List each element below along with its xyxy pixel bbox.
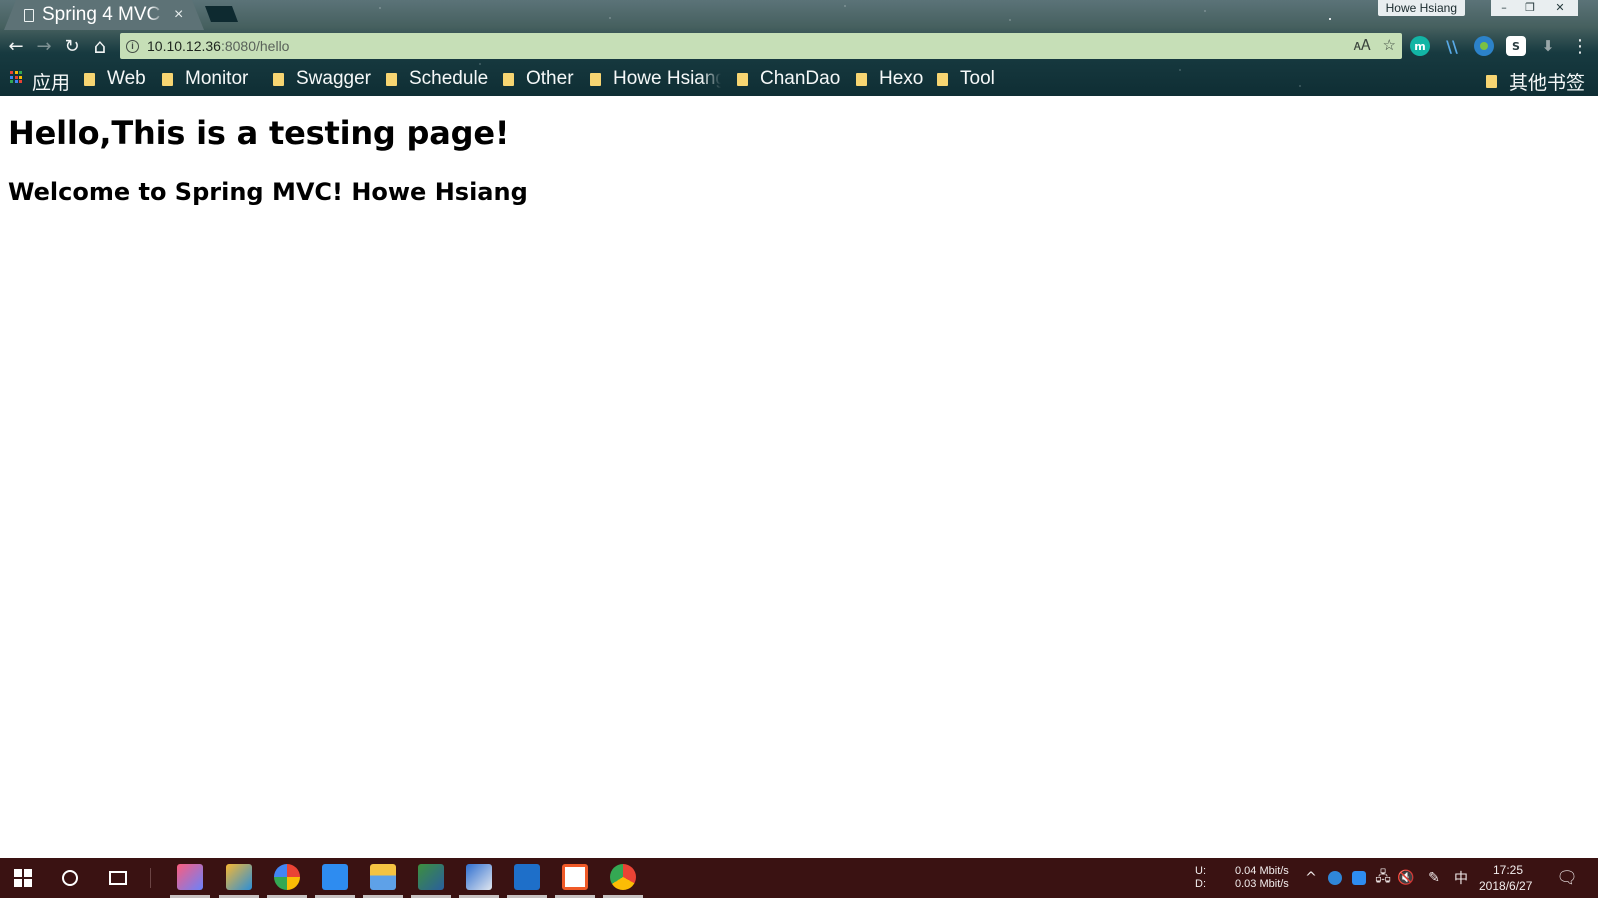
git-app-icon[interactable] [562,864,588,890]
close-window-icon[interactable]: ✕ [1542,0,1578,16]
reload-icon[interactable]: ↻ [60,34,84,58]
folder-icon [937,72,948,86]
toolbar: ← → ↻ ⌂ i 10.10.12.36:8080/hello 🗚 ☆ m \… [0,30,1598,62]
bookmark-folder-other[interactable]: Other [503,68,574,90]
window-app-icon[interactable] [514,864,540,890]
new-tab-button[interactable] [205,6,238,22]
package-app-icon[interactable] [418,864,444,890]
bookmark-folder-schedule[interactable]: Schedule [386,68,488,90]
site-info-icon[interactable]: i [126,39,139,53]
bookmark-folder-hexo[interactable]: Hexo [856,68,923,90]
network-down-label: D: [1195,878,1206,890]
bookmark-label: Other [526,68,574,89]
bookmark-apps-label: 应用 [32,73,71,94]
file-explorer-icon[interactable] [370,864,396,890]
address-bar[interactable]: i 10.10.12.36:8080/hello 🗚 ☆ [120,33,1402,59]
clock-time[interactable]: 17:25 [1493,864,1523,877]
tab-title: Spring 4 MVC [42,4,161,25]
network-up-label: U: [1195,865,1206,877]
intellij-idea-icon[interactable] [177,864,203,890]
bookmark-folder-tool[interactable]: Tool [937,68,995,90]
start-button[interactable] [1,858,45,898]
windows-logo-icon [14,869,32,887]
volume-muted-icon[interactable]: 🔇 [1397,869,1415,887]
bookmark-label: Monitor [185,68,249,89]
chevron-up-icon[interactable]: ^ [1302,869,1320,887]
bookmark-label: Howe Hsiang [613,68,721,89]
task-view-button[interactable] [96,858,140,898]
page-heading: Hello,This is a testing page! [8,114,510,152]
bookmark-folder-howe-hsiang[interactable]: Howe Hsiang [590,68,721,90]
apps-grid-icon[interactable] [10,71,22,83]
restore-icon[interactable]: ❐ [1517,0,1543,16]
back-icon[interactable]: ← [4,34,28,58]
download-extension-icon[interactable]: ⬇ [1538,36,1558,56]
bookmark-star-icon[interactable]: ☆ [1383,36,1396,54]
document-icon [24,8,34,22]
bookmark-label: Schedule [409,68,489,89]
search-circle-icon [62,870,78,886]
m-extension-icon[interactable]: m [1410,36,1430,56]
folder-icon [590,72,601,86]
bookmark-label: Tool [960,68,995,89]
globe-extension-icon[interactable] [1474,36,1494,56]
bookmark-label: ChanDao [760,68,841,89]
profile-button[interactable]: Howe Hsiang [1377,0,1465,16]
bookmark-folder-web[interactable]: Web [84,68,146,90]
clock-date[interactable]: 2018/6/27 [1479,880,1532,893]
network-down-speed: 0.03 Mbit/s [1235,878,1289,890]
bookmark-other-bookmarks[interactable]: 其他书签 [1486,68,1585,95]
page-subheading: Welcome to Spring MVC! Howe Hsiang [8,178,528,206]
bookmark-label: Web [107,68,146,89]
tab-strip: Spring 4 MVC × Howe Hsiang – ❐ ✕ [0,0,1598,30]
folder-icon [386,72,397,86]
bookmark-label: 其他书签 [1509,73,1586,94]
folder-icon [273,72,284,86]
bookmark-folder-chandao[interactable]: ChanDao [737,68,840,90]
forward-icon[interactable]: → [32,34,56,58]
security-tray-icon[interactable] [1326,869,1344,887]
bookmark-apps[interactable]: 应用 [32,68,70,95]
bookmark-folder-monitor[interactable]: Monitor [162,68,248,90]
action-center-icon[interactable]: 🗨 [1556,868,1578,888]
folder-icon [162,72,173,86]
taskbar-divider [150,868,151,888]
bookmarks-bar: 应用 Web Monitor Swagger Schedule Other Ho… [0,62,1598,96]
folder-icon [503,72,514,86]
tab-close-icon[interactable]: × [174,6,183,24]
folder-icon [737,72,748,86]
app-launcher-icon[interactable] [226,864,252,890]
folder-icon [1486,75,1497,88]
url-host: 10.10.12.36 [147,38,221,54]
bookmark-label: Hexo [879,68,924,89]
ime-indicator[interactable]: 中 [1452,869,1470,887]
slash-extension-icon[interactable]: \\ [1442,36,1462,56]
notes-tray-icon[interactable] [1350,869,1368,887]
bookmark-folder-swagger[interactable]: Swagger [273,68,371,90]
page-content: Hello,This is a testing page! Welcome to… [0,96,1598,858]
taskbar: U: D: 0.04 Mbit/s 0.03 Mbit/s ^ 🖧 🔇 ✎ 中 … [0,858,1598,898]
color-wheel-app-icon[interactable] [274,864,300,890]
minimize-icon[interactable]: – [1491,0,1517,16]
notes-app-icon[interactable] [322,864,348,890]
translate-icon[interactable]: 🗚 [1354,37,1371,54]
url-path: :8080/hello [220,38,290,54]
cortana-search-button[interactable] [48,858,92,898]
browser-chrome: Spring 4 MVC × Howe Hsiang – ❐ ✕ ← → ↻ ⌂… [0,0,1598,96]
folder-icon [856,72,867,86]
home-icon[interactable]: ⌂ [88,34,112,58]
pen-tray-icon[interactable]: ✎ [1425,869,1443,887]
network-up-speed: 0.04 Mbit/s [1235,865,1289,877]
bookmark-label: Swagger [296,68,371,89]
tab-spring-mvc[interactable]: Spring 4 MVC × [4,0,204,30]
folder-icon [84,72,95,86]
s-extension-icon[interactable]: S [1506,36,1526,56]
task-view-icon [109,871,127,885]
menu-icon[interactable]: ⋮ [1568,34,1592,58]
chrome-icon[interactable] [610,864,636,890]
network-tray-icon[interactable]: 🖧 [1374,869,1392,887]
network-tool-icon[interactable] [466,864,492,890]
